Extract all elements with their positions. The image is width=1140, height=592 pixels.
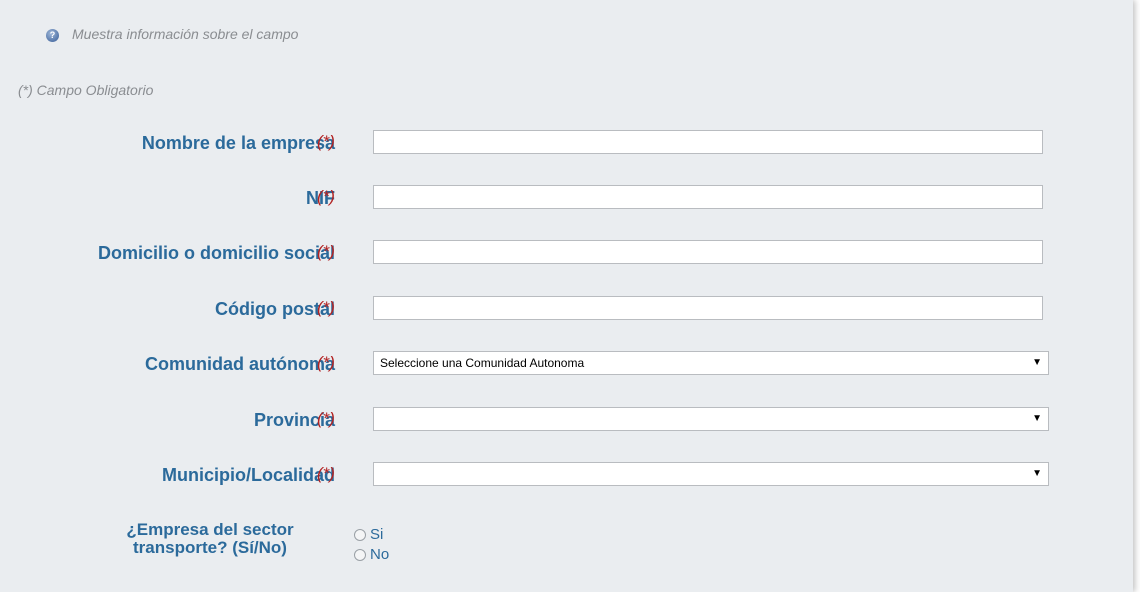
nif-input[interactable] bbox=[373, 185, 1043, 209]
municipality-label: Municipio/Localidad bbox=[161, 465, 335, 485]
nif-row: NIF (*) bbox=[0, 183, 1133, 213]
required-mark: (*) bbox=[317, 187, 335, 206]
company-name-input[interactable] bbox=[373, 130, 1043, 154]
dropdown-arrow-icon: ▼ bbox=[1032, 413, 1042, 424]
required-mark: (*) bbox=[317, 298, 335, 317]
municipality-select[interactable]: ▼ bbox=[373, 462, 1049, 486]
transport-label: ¿Empresa del sector transporte? (Sí/No) bbox=[110, 521, 310, 557]
info-legend: ? Muestra información sobre el campo bbox=[46, 26, 298, 42]
community-select[interactable]: Seleccione una Comunidad Autonoma ▼ bbox=[373, 351, 1049, 375]
transport-label-line2: transporte? (Sí/No) bbox=[133, 538, 287, 557]
transport-option-no-label: No bbox=[370, 546, 390, 563]
community-selected-value: Seleccione una Comunidad Autonoma bbox=[380, 356, 585, 370]
province-select[interactable]: ▼ bbox=[373, 407, 1049, 431]
radio-button[interactable] bbox=[354, 548, 366, 561]
info-legend-text: Muestra información sobre el campo bbox=[72, 26, 299, 42]
required-mark: (*) bbox=[317, 242, 335, 261]
transport-option-no[interactable]: No bbox=[354, 546, 389, 563]
dropdown-arrow-icon: ▼ bbox=[1032, 468, 1042, 479]
address-row: Domicilio o domicilio social (*) bbox=[0, 238, 1133, 268]
transport-label-line1: ¿Empresa del sector bbox=[126, 520, 294, 539]
radio-button[interactable] bbox=[354, 528, 366, 541]
address-input[interactable] bbox=[373, 240, 1043, 264]
community-label: Comunidad autónoma bbox=[145, 354, 335, 374]
transport-option-si-label: Si bbox=[370, 526, 384, 543]
required-mark: (*) bbox=[317, 132, 335, 151]
required-mark: (*) bbox=[317, 409, 335, 428]
help-icon: ? bbox=[46, 28, 59, 42]
postal-code-row: Código postal (*) bbox=[0, 294, 1133, 324]
postal-code-input[interactable] bbox=[373, 296, 1043, 320]
required-mark: (*) bbox=[317, 464, 335, 483]
community-row: Comunidad autónoma (*) Seleccione una Co… bbox=[0, 349, 1133, 379]
transport-option-si[interactable]: Si bbox=[354, 526, 383, 543]
province-row: Provincia (*) ▼ bbox=[0, 405, 1133, 435]
company-name-label: Nombre de la empresa bbox=[141, 133, 335, 153]
dropdown-arrow-icon: ▼ bbox=[1032, 357, 1042, 368]
company-name-row: Nombre de la empresa (*) bbox=[0, 128, 1133, 158]
form-panel: ? Muestra información sobre el campo (*)… bbox=[0, 0, 1133, 592]
required-mark: (*) bbox=[317, 353, 335, 372]
municipality-row: Municipio/Localidad (*) ▼ bbox=[0, 460, 1133, 490]
address-label: Domicilio o domicilio social bbox=[97, 243, 335, 263]
required-note: (*) Campo Obligatorio bbox=[18, 82, 154, 98]
